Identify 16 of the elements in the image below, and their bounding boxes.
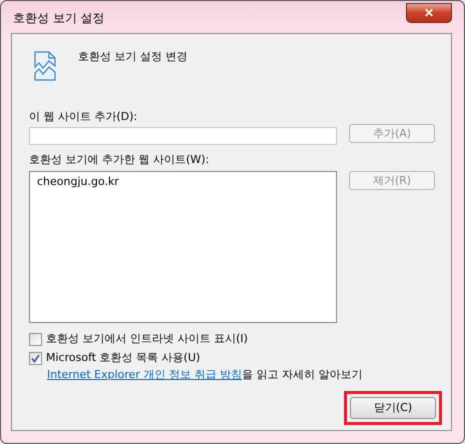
checkbox[interactable] [29,352,42,364]
privacy-link[interactable]: Internet Explorer 개인 정보 취급 방침 [47,368,242,381]
list-label: 호환성 보기에 추가한 웹 사이트(W): [29,153,210,167]
broken-page-icon [34,51,56,81]
checkbox-label: Microsoft 호환성 목록 사용(U) [46,351,200,365]
window-title: 호환성 보기 설정 [12,11,105,25]
site-list[interactable]: cheongju.go.kr [29,171,337,323]
close-dialog-button[interactable]: 닫기(C) [350,397,436,419]
close-button[interactable]: ✕ [406,3,452,23]
input-field[interactable] [29,127,337,145]
list-item[interactable]: cheongju.go.kr [37,174,329,190]
checkbox-label: 호환성 보기에서 인트라넷 사이트 표시(I) [46,332,248,346]
field-label: 이 웹 사이트 추가(D): [29,110,138,124]
privacy-note: Internet Explorer 개인 정보 취급 방침을 읽고 자세히 알아보기 [47,368,364,382]
checkbox[interactable] [29,332,42,346]
dialog-heading: 호환성 보기 설정 변경 [78,50,188,65]
